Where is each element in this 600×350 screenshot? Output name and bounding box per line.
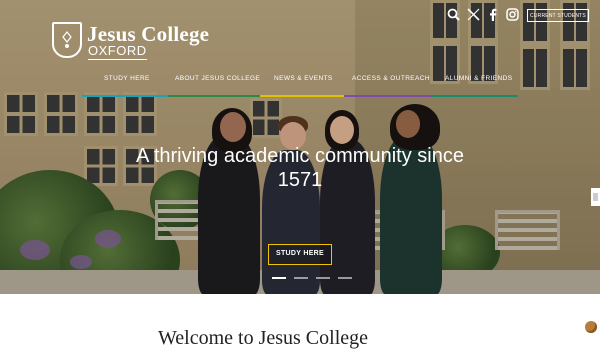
nav-accent-alumni <box>432 95 518 97</box>
welcome-heading: Welcome to Jesus College <box>158 327 369 349</box>
crest-icon[interactable] <box>52 22 82 58</box>
nav-access-outreach[interactable]: ACCESS & OUTREACH <box>352 75 430 82</box>
nav-news-events[interactable]: NEWS & EVENTS <box>274 75 333 82</box>
crest-shape <box>62 31 72 48</box>
nav-alumni-friends[interactable]: ALUMNI & FRIENDS <box>445 75 512 82</box>
x-icon[interactable] <box>467 8 480 21</box>
hero-headline: A thriving academic community since 1571 <box>136 145 464 191</box>
study-here-button[interactable]: STUDY HERE <box>268 244 332 265</box>
nav-accent-study <box>82 95 168 97</box>
search-icon[interactable] <box>447 8 460 21</box>
carousel-dot[interactable] <box>338 277 352 279</box>
nav-accent-access <box>344 95 432 97</box>
current-students-button[interactable]: CURRENT STUDENTS <box>527 9 589 22</box>
nav-accent-about <box>168 95 260 97</box>
carousel-dot[interactable] <box>272 277 286 279</box>
carousel-dot[interactable] <box>294 277 308 279</box>
facebook-icon[interactable] <box>488 8 497 21</box>
nav-about[interactable]: ABOUT JESUS COLLEGE <box>175 75 260 82</box>
nav-study-here[interactable]: STUDY HERE <box>104 75 150 82</box>
instagram-icon[interactable] <box>506 8 519 21</box>
cookie-icon[interactable] <box>585 321 597 333</box>
brand-location[interactable]: OXFORD <box>88 43 147 60</box>
side-tab-handle[interactable] <box>591 188 600 206</box>
nav-accent-news <box>260 95 344 97</box>
carousel-dot[interactable] <box>316 277 330 279</box>
